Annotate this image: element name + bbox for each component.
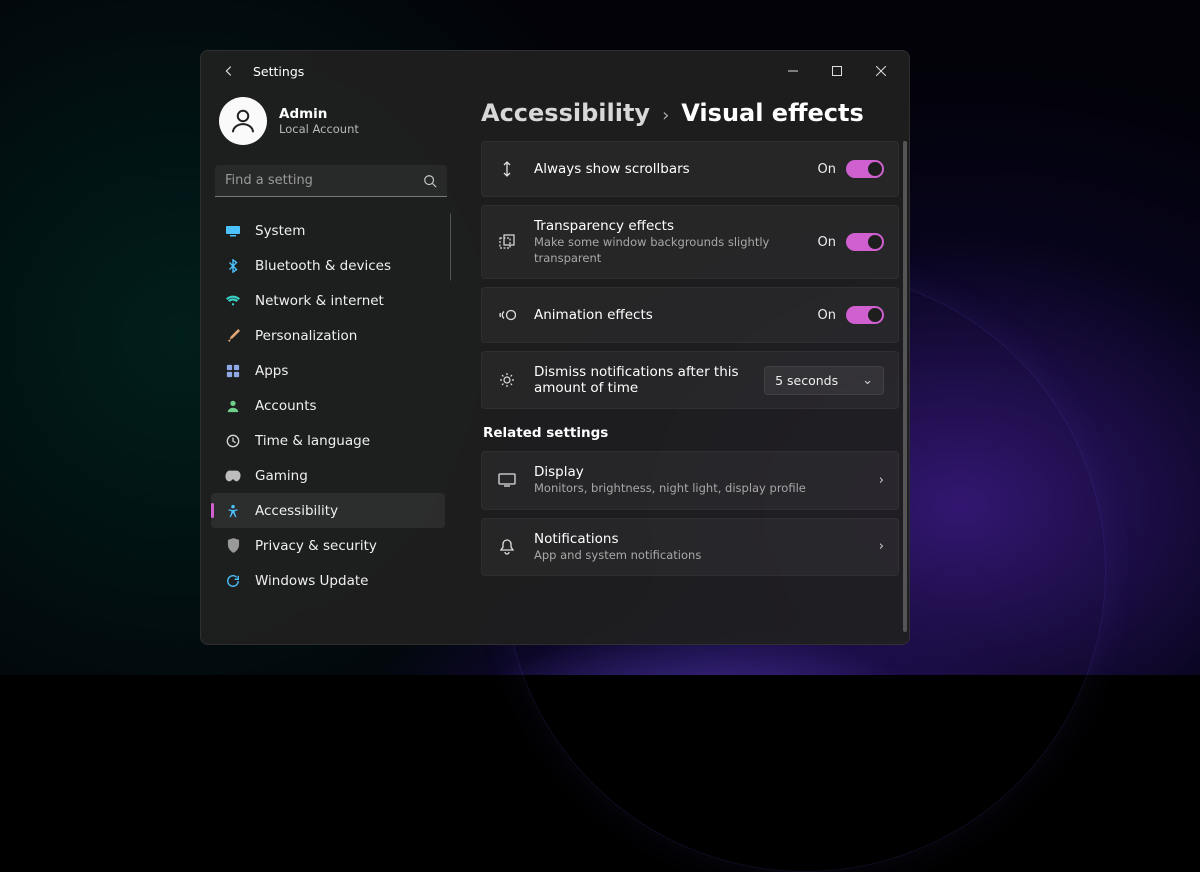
sidebar-item-network[interactable]: Network & internet xyxy=(211,283,445,318)
chevron-right-icon: › xyxy=(879,473,884,488)
accessibility-icon xyxy=(225,503,241,519)
sidebar-item-apps[interactable]: Apps xyxy=(211,353,445,388)
toggle-animation[interactable] xyxy=(846,306,884,324)
setting-title: Always show scrollbars xyxy=(534,161,802,177)
sidebar-item-system[interactable]: System xyxy=(211,213,445,248)
settings-window: Settings Admin Local Account xyxy=(200,50,910,645)
related-subtitle: App and system notifications xyxy=(534,548,863,564)
setting-subtitle: Make some window backgrounds slightly tr… xyxy=(534,235,802,266)
window-title: Settings xyxy=(253,64,304,79)
nav-list: System Bluetooth & devices Network & int… xyxy=(211,213,451,598)
close-button[interactable] xyxy=(859,55,903,87)
person-icon xyxy=(228,106,258,136)
scrollbar-icon xyxy=(496,160,518,178)
related-title: Display xyxy=(534,464,863,480)
brightness-icon xyxy=(496,371,518,389)
sidebar-item-label: Windows Update xyxy=(255,573,368,589)
brush-icon xyxy=(225,328,241,344)
dismiss-time-select[interactable]: 5 seconds ⌄ xyxy=(764,366,884,395)
bell-icon xyxy=(496,538,518,556)
titlebar: Settings xyxy=(201,51,909,91)
select-value: 5 seconds xyxy=(775,373,838,388)
display-icon xyxy=(496,473,518,487)
account-icon xyxy=(225,398,241,414)
sidebar-item-bluetooth[interactable]: Bluetooth & devices xyxy=(211,248,445,283)
maximize-icon xyxy=(832,66,842,76)
arrow-left-icon xyxy=(222,64,236,78)
setting-scrollbars: Always show scrollbars On xyxy=(481,141,899,197)
gamepad-icon xyxy=(225,468,241,484)
related-header: Related settings xyxy=(483,425,899,441)
sidebar-item-accounts[interactable]: Accounts xyxy=(211,388,445,423)
search-wrapper xyxy=(215,165,447,197)
main-scrollbar-track[interactable] xyxy=(903,141,907,632)
breadcrumb: Accessibility › Visual effects xyxy=(481,99,899,127)
page-title: Visual effects xyxy=(681,99,864,127)
toggle-scrollbars[interactable] xyxy=(846,160,884,178)
sidebar-item-personalization[interactable]: Personalization xyxy=(211,318,445,353)
related-subtitle: Monitors, brightness, night light, displ… xyxy=(534,481,863,497)
profile-block[interactable]: Admin Local Account xyxy=(211,93,451,159)
sidebar-item-label: Gaming xyxy=(255,468,308,484)
main-panel: Accessibility › Visual effects Always sh… xyxy=(461,91,909,644)
bluetooth-icon xyxy=(225,258,241,274)
related-notifications[interactable]: Notifications App and system notificatio… xyxy=(481,518,899,577)
related-display[interactable]: Display Monitors, brightness, night ligh… xyxy=(481,451,899,510)
maximize-button[interactable] xyxy=(815,55,859,87)
transparency-icon xyxy=(496,233,518,251)
setting-animation: Animation effects On xyxy=(481,287,899,343)
related-title: Notifications xyxy=(534,531,863,547)
toggle-transparency[interactable] xyxy=(846,233,884,251)
update-icon xyxy=(225,573,241,589)
sidebar-item-label: Accessibility xyxy=(255,503,338,519)
setting-title: Transparency effects xyxy=(534,218,802,234)
profile-name: Admin xyxy=(279,106,359,122)
animation-icon xyxy=(496,308,518,322)
main-scrollbar-thumb[interactable] xyxy=(903,141,907,632)
sidebar-item-label: Personalization xyxy=(255,328,357,344)
setting-dismiss-notifications: Dismiss notifications after this amount … xyxy=(481,351,899,409)
sidebar-item-label: System xyxy=(255,223,305,239)
shield-icon xyxy=(225,538,241,554)
sidebar: Admin Local Account System xyxy=(201,91,461,644)
sidebar-item-time[interactable]: Time & language xyxy=(211,423,445,458)
minimize-icon xyxy=(788,66,798,76)
toggle-state: On xyxy=(818,235,836,250)
sidebar-scrollbar[interactable] xyxy=(450,213,451,281)
back-button[interactable] xyxy=(215,57,243,85)
wifi-icon xyxy=(225,293,241,309)
setting-title: Animation effects xyxy=(534,307,802,323)
avatar xyxy=(219,97,267,145)
toggle-state: On xyxy=(818,308,836,323)
close-icon xyxy=(876,66,886,76)
sidebar-item-label: Bluetooth & devices xyxy=(255,258,391,274)
apps-icon xyxy=(225,363,241,379)
sidebar-item-label: Privacy & security xyxy=(255,538,377,554)
search-icon xyxy=(423,174,437,188)
search-input[interactable] xyxy=(215,165,447,196)
sidebar-item-label: Accounts xyxy=(255,398,317,414)
setting-title: Dismiss notifications after this amount … xyxy=(534,364,748,396)
sidebar-item-label: Time & language xyxy=(255,433,370,449)
sidebar-item-privacy[interactable]: Privacy & security xyxy=(211,528,445,563)
chevron-down-icon: ⌄ xyxy=(862,373,873,388)
minimize-button[interactable] xyxy=(771,55,815,87)
setting-transparency: Transparency effects Make some window ba… xyxy=(481,205,899,279)
chevron-right-icon: › xyxy=(879,539,884,554)
toggle-state: On xyxy=(818,162,836,177)
chevron-right-icon: › xyxy=(662,105,669,126)
sidebar-item-update[interactable]: Windows Update xyxy=(211,563,445,598)
breadcrumb-parent[interactable]: Accessibility xyxy=(481,99,650,127)
sidebar-item-label: Network & internet xyxy=(255,293,384,309)
profile-subtitle: Local Account xyxy=(279,122,359,136)
clock-icon xyxy=(225,433,241,449)
sidebar-item-gaming[interactable]: Gaming xyxy=(211,458,445,493)
monitor-icon xyxy=(225,223,241,239)
window-controls xyxy=(771,55,903,87)
sidebar-item-label: Apps xyxy=(255,363,288,379)
sidebar-item-accessibility[interactable]: Accessibility xyxy=(211,493,445,528)
